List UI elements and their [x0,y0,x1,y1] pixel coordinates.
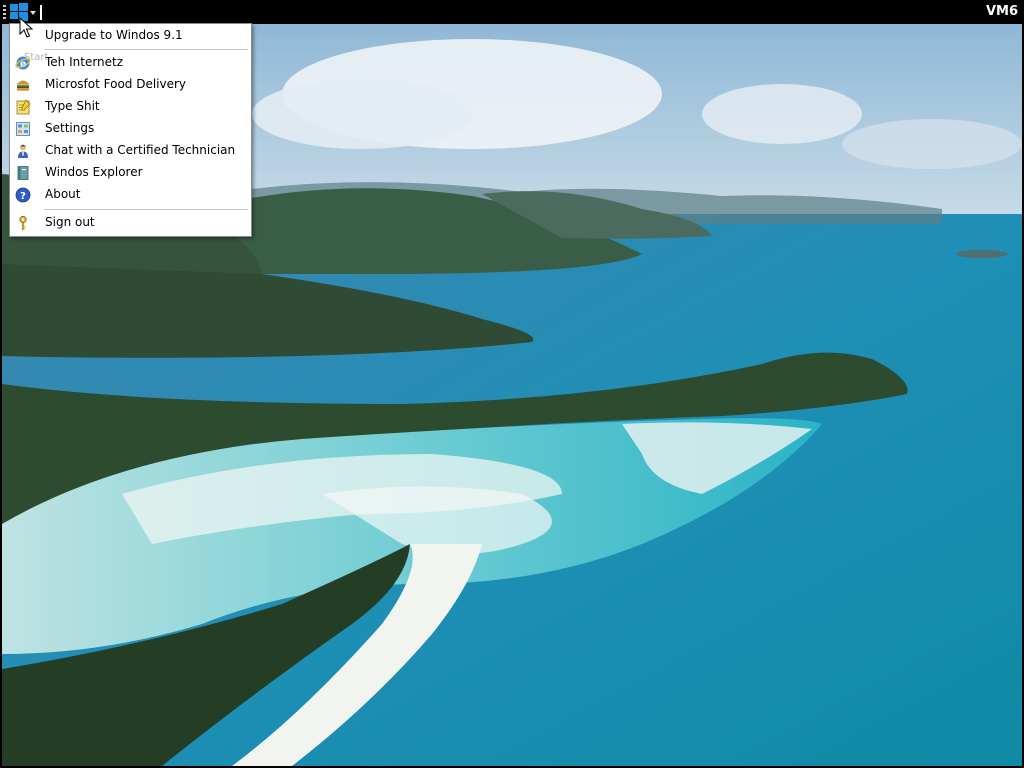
menu-separator [44,49,248,50]
menu-item-label: Upgrade to Windos 9.1 [45,28,183,42]
menu-item-chat-technician[interactable]: Chat with a Certified Technician [10,140,251,162]
menu-item-explorer[interactable]: Windos Explorer [10,162,251,184]
menu-item-label: Type Shit [45,99,100,113]
menu-item-label: Settings [45,121,95,135]
mouse-cursor-icon [19,17,33,38]
menu-item-settings[interactable]: Settings [10,118,251,140]
start-tooltip-label: Start [24,52,49,63]
menu-item-sign-out[interactable]: Sign out [10,212,251,234]
taskbar: VM6 [0,0,1024,24]
key-icon [19,215,27,230]
technician-user-icon [18,144,28,158]
menu-item-label: Teh Internetz [45,55,124,69]
chevron-down-icon [30,11,36,15]
menu-item-label: Windos Explorer [45,165,143,179]
menu-item-about[interactable]: ? About [10,184,251,206]
taskbar-grip[interactable] [3,5,6,19]
control-panel-icon [16,122,30,136]
menu-item-label: About [45,187,81,201]
menu-item-type[interactable]: Type Shit [10,96,251,118]
text-caret [40,5,42,20]
book-icon [17,166,29,180]
menu-item-upgrade[interactable]: Upgrade to Windos 9.1 [10,25,251,47]
svg-text:?: ? [20,191,26,202]
menu-item-label: Microsfot Food Delivery [45,77,187,91]
menu-item-label: Sign out [45,215,95,229]
notepad-icon [16,99,31,115]
menu-item-label: Chat with a Certified Technician [45,143,236,157]
vm-label: VM6 [985,4,1018,19]
burger-icon [17,80,29,91]
menu-item-food-delivery[interactable]: Microsfot Food Delivery [10,74,251,96]
help-icon: ? [15,187,31,203]
menu-separator [44,209,248,210]
